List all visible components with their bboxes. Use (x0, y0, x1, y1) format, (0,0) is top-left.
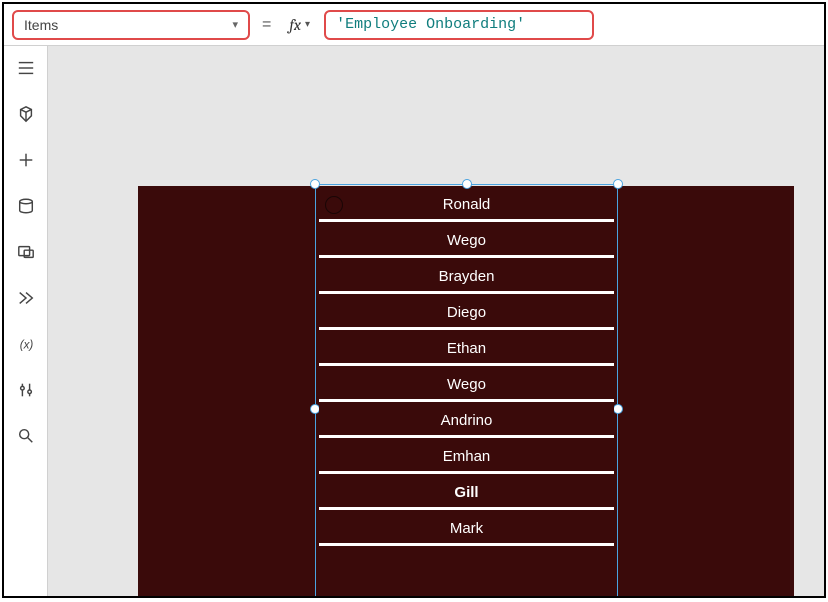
fx-button[interactable]: fx ▾ (283, 16, 316, 34)
resize-handle-tl[interactable] (310, 179, 320, 189)
list-item[interactable]: Mark (319, 514, 614, 546)
formula-text: 'Employee Onboarding' (336, 16, 525, 33)
property-selector[interactable]: Items ▾ (12, 10, 250, 40)
canvas-area: Ronald Wego Brayden Diego Ethan Wego And… (48, 46, 824, 596)
property-selector-label: Items (24, 17, 58, 33)
list-item[interactable]: Diego (319, 298, 614, 330)
left-rail: (x) (4, 46, 48, 596)
item-label: Wego (447, 376, 486, 393)
item-label: Wego (447, 232, 486, 249)
formula-input[interactable]: 'Employee Onboarding' (324, 10, 594, 40)
item-label: Andrino (441, 412, 493, 429)
resize-handle-tm[interactable] (462, 179, 472, 189)
search-icon[interactable] (16, 426, 36, 446)
item-label: Gill (454, 484, 478, 501)
item-label: Brayden (439, 268, 495, 285)
formula-bar-extension (602, 10, 816, 40)
item-label: Mark (450, 520, 483, 537)
chevron-down-icon: ▾ (305, 19, 310, 30)
resize-handle-tr[interactable] (613, 179, 623, 189)
item-label: Emhan (443, 448, 491, 465)
item-label: Diego (447, 304, 486, 321)
item-label: Ronald (443, 196, 491, 213)
media-icon[interactable] (16, 242, 36, 262)
list-item[interactable]: Wego (319, 370, 614, 402)
tree-view-icon[interactable] (16, 58, 36, 78)
equals-sign: = (258, 16, 275, 34)
list-item[interactable]: Gill (319, 478, 614, 510)
fx-icon: fx (289, 16, 301, 34)
svg-text:(x): (x) (19, 339, 33, 352)
variables-icon[interactable]: (x) (16, 334, 36, 354)
item-label: Ethan (447, 340, 486, 357)
chevron-down-icon: ▾ (232, 18, 238, 31)
resize-handle-mr[interactable] (613, 404, 623, 414)
list-item[interactable]: Brayden (319, 262, 614, 294)
advanced-tools-icon[interactable] (16, 380, 36, 400)
gallery-items: Ronald Wego Brayden Diego Ethan Wego And… (319, 190, 614, 546)
list-item[interactable]: Wego (319, 226, 614, 258)
formula-bar: Items ▾ = fx ▾ 'Employee Onboarding' (4, 4, 824, 46)
template-indicator-icon (325, 196, 343, 214)
list-item[interactable]: Ethan (319, 334, 614, 366)
list-item[interactable]: Ronald (319, 190, 614, 222)
app-frame: Items ▾ = fx ▾ 'Employee Onboarding' (2, 2, 826, 598)
data-icon[interactable] (16, 104, 36, 124)
power-automate-icon[interactable] (16, 288, 36, 308)
gallery-selection[interactable]: Ronald Wego Brayden Diego Ethan Wego And… (315, 184, 618, 596)
main-area: (x) (4, 46, 824, 596)
list-item[interactable]: Andrino (319, 406, 614, 438)
insert-icon[interactable] (16, 150, 36, 170)
database-icon[interactable] (16, 196, 36, 216)
list-item[interactable]: Emhan (319, 442, 614, 474)
